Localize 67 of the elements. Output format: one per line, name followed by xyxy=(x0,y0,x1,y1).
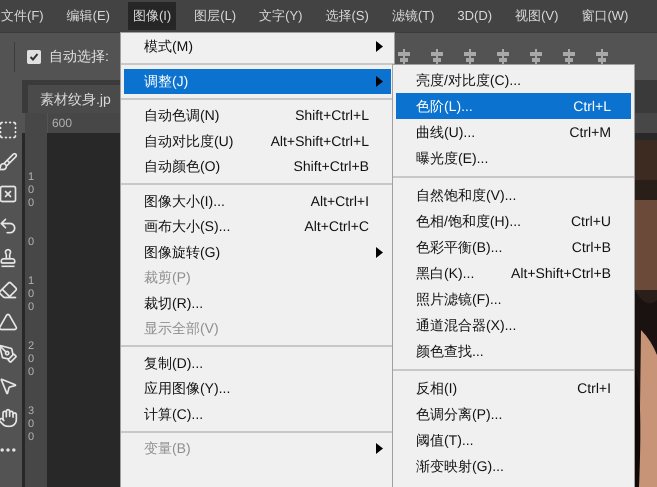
menu-item[interactable]: 照片滤镜(F)... xyxy=(396,286,631,312)
submenu-arrow-icon xyxy=(376,41,383,52)
ruler-label: 600 xyxy=(52,115,72,132)
menu-item[interactable]: 计算(C)... xyxy=(124,402,391,427)
menu-bar-item[interactable]: 图像(I) xyxy=(128,2,176,30)
menu-item[interactable]: 自动颜色(O) Shift+Ctrl+B xyxy=(124,154,391,180)
menu-bar-item[interactable]: 视图(V) xyxy=(510,2,564,30)
menu-item[interactable]: 调整(J) xyxy=(124,68,391,94)
history-brush-icon[interactable] xyxy=(0,216,18,236)
menu-bar-item[interactable]: 窗口(W) xyxy=(576,2,634,30)
ruler-label: 2 0 0 xyxy=(28,340,34,379)
align-icon[interactable] xyxy=(494,48,511,64)
menu-bar-item[interactable]: 3D(D) xyxy=(452,2,498,30)
menu-item[interactable]: 图像大小(I)... Alt+Ctrl+I xyxy=(124,188,391,214)
align-icon[interactable] xyxy=(528,48,544,64)
hand-icon[interactable] xyxy=(0,408,18,428)
ruler-label: 1 0 0 xyxy=(28,171,34,210)
menu-item[interactable]: 反相(I) Ctrl+I xyxy=(396,375,631,401)
ruler-label: 3 0 0 xyxy=(28,405,34,444)
brush-icon[interactable] xyxy=(0,152,18,172)
menu-item[interactable]: 应用图像(Y)... xyxy=(124,376,391,402)
menu-item[interactable]: 色调分离(P)... xyxy=(396,401,631,427)
shape-icon[interactable] xyxy=(0,312,18,332)
menu-item[interactable]: 色相/饱和度(H)... Ctrl+U xyxy=(396,208,631,234)
menu-bar-item[interactable]: 文件(F) xyxy=(0,2,49,30)
menu-item[interactable]: 裁切(R)... xyxy=(124,290,391,316)
menu-item[interactable]: 自然饱和度(V)... xyxy=(396,182,631,208)
menu-item[interactable]: 自动对比度(U) Alt+Shift+Ctrl+L xyxy=(124,128,391,154)
menu-item[interactable]: 模式(M) xyxy=(124,34,391,60)
menu-item[interactable]: 自动色调(N) Shift+Ctrl+L xyxy=(124,103,391,128)
menu-item[interactable]: 色彩平衡(B)... Ctrl+B xyxy=(396,234,631,260)
menu-bar-item[interactable]: 编辑(E) xyxy=(62,2,115,30)
menu-item[interactable]: 曝光度(E)... xyxy=(396,145,631,171)
marquee-icon[interactable] xyxy=(0,120,18,140)
submenu-arrow-icon xyxy=(376,246,383,258)
menu-bar-item[interactable]: 图层(L) xyxy=(189,2,242,30)
align-icon[interactable] xyxy=(462,48,478,64)
submenu-arrow-icon xyxy=(376,443,383,454)
menu-item[interactable]: 颜色查找... xyxy=(396,338,631,364)
stamp-icon[interactable] xyxy=(0,248,18,268)
menu-bar-item[interactable]: 选择(S) xyxy=(320,2,374,30)
menu-item[interactable]: 色阶(L)... Ctrl+L xyxy=(396,93,631,119)
ruler-label: 0 xyxy=(28,236,34,249)
align-icon[interactable] xyxy=(560,48,577,64)
menu-item[interactable]: 复制(D)... xyxy=(124,350,391,376)
submenu-arrow-icon xyxy=(376,76,383,86)
menu-item[interactable]: 阈值(T)... xyxy=(396,427,631,453)
menu-item[interactable]: 图像旋转(G) xyxy=(124,240,391,265)
menu-item[interactable]: 曲线(U)... Ctrl+M xyxy=(396,119,631,145)
pointer-icon[interactable] xyxy=(0,376,18,396)
menu-item[interactable]: 画布大小(S)... Alt+Ctrl+C xyxy=(124,214,391,240)
menu-item[interactable]: 通道混合器(X)... xyxy=(396,312,631,338)
menu-item[interactable]: 渐变映射(G)... xyxy=(396,453,631,479)
align-icon[interactable] xyxy=(428,48,445,64)
ruler-label: 1 0 0 xyxy=(28,275,34,314)
menu-item[interactable]: 黑白(K)... Alt+Shift+Ctrl+B xyxy=(396,260,631,286)
eraser-icon[interactable] xyxy=(0,280,18,300)
align-icon[interactable] xyxy=(594,48,610,64)
frame-icon[interactable] xyxy=(0,184,18,204)
pen-icon[interactable] xyxy=(0,344,18,364)
menu-bar-item[interactable]: 滤镜(T) xyxy=(386,2,440,30)
menu-bar-item[interactable]: 文字(Y) xyxy=(254,2,308,30)
menu-item[interactable]: 亮度/对比度(C)... xyxy=(396,67,631,93)
document-tab[interactable]: 素材纹身.jp xyxy=(28,85,123,113)
auto-select-label: 自动选择: xyxy=(49,47,109,66)
auto-select-checkbox[interactable] xyxy=(27,50,41,64)
align-icon[interactable] xyxy=(396,48,412,64)
